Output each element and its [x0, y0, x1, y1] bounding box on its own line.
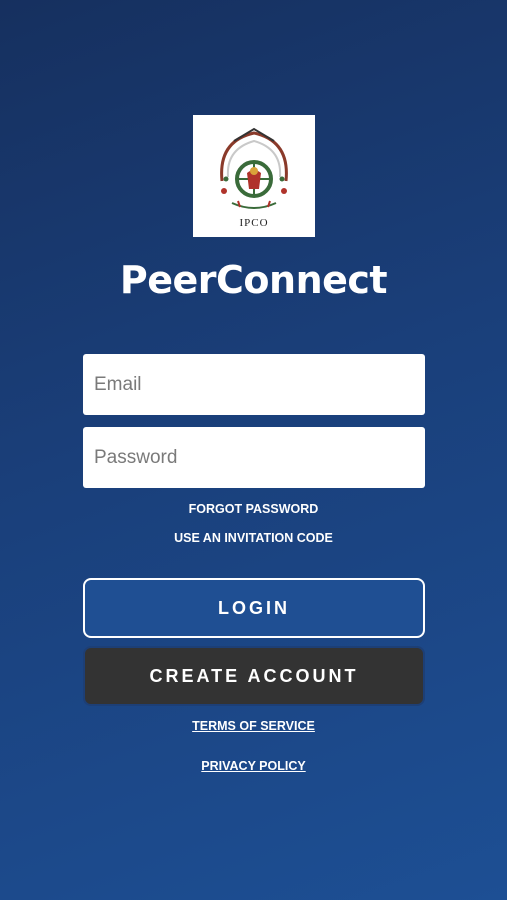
ipco-emblem-icon [220, 127, 288, 209]
forgot-password-link[interactable]: FORGOT PASSWORD [0, 502, 507, 516]
invitation-code-link[interactable]: USE AN INVITATION CODE [0, 531, 507, 545]
login-button[interactable]: LOGIN [83, 578, 425, 638]
create-account-button-label: CREATE ACCOUNT [149, 665, 359, 686]
create-account-button[interactable]: CREATE ACCOUNT [83, 646, 425, 706]
privacy-policy-link[interactable]: PRIVACY POLICY [0, 759, 507, 773]
terms-of-service-link[interactable]: TERMS OF SERVICE [0, 719, 507, 733]
login-button-label: LOGIN [218, 597, 290, 618]
email-field[interactable] [83, 354, 425, 415]
app-logo: IPCO [193, 115, 315, 237]
app-title: PeerConnect [119, 258, 388, 302]
logo-label: IPCO [239, 217, 269, 229]
password-field[interactable] [83, 427, 425, 488]
